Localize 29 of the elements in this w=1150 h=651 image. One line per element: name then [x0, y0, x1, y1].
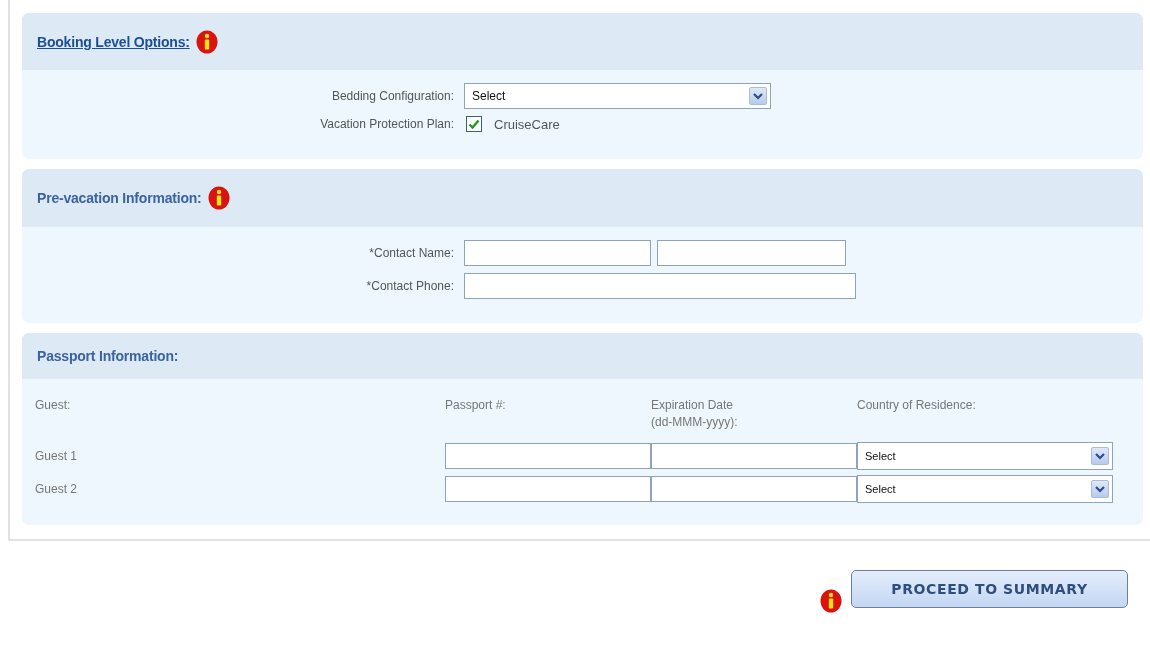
checkbox[interactable]: [466, 116, 482, 132]
expiration-date-field[interactable]: [651, 443, 857, 469]
column-header: Country of Residence:: [857, 397, 977, 414]
phone-field[interactable]: [464, 273, 856, 299]
field-label: *Contact Name:: [368, 246, 455, 260]
column-header: Passport #:: [445, 397, 507, 414]
info-icon[interactable]: [207, 186, 230, 210]
field-label: *Contact Phone:: [365, 279, 455, 293]
guest-label: Guest 1: [35, 449, 79, 463]
field-label: Bedding Configuration:: [330, 89, 455, 103]
bedding-select[interactable]: Select: [464, 83, 771, 109]
column-header: Guest:: [35, 397, 72, 414]
section-title: Passport Information:: [37, 348, 179, 364]
country-select[interactable]: Select: [857, 475, 1113, 503]
last-name-field[interactable]: [657, 240, 846, 266]
section-title: Pre-vacation Information:: [37, 190, 202, 206]
proceed-button[interactable]: PROCEED TO SUMMARY: [851, 570, 1128, 608]
guest-label: Guest 2: [35, 482, 79, 496]
checkbox-label: CruiseCare: [494, 116, 560, 132]
first-name-field[interactable]: [464, 240, 651, 266]
field-label: Vacation Protection Plan:: [319, 117, 455, 131]
info-icon[interactable]: [195, 29, 218, 54]
passport-number-field[interactable]: [445, 443, 651, 469]
info-icon[interactable]: [820, 589, 842, 613]
section-title-link[interactable]: Booking Level Options:: [37, 33, 190, 50]
passport-number-field[interactable]: [445, 476, 651, 502]
column-header: Expiration Date (dd-MMM-yyyy):: [651, 397, 739, 431]
country-select[interactable]: Select: [857, 442, 1113, 470]
expiration-date-field[interactable]: [651, 476, 857, 502]
